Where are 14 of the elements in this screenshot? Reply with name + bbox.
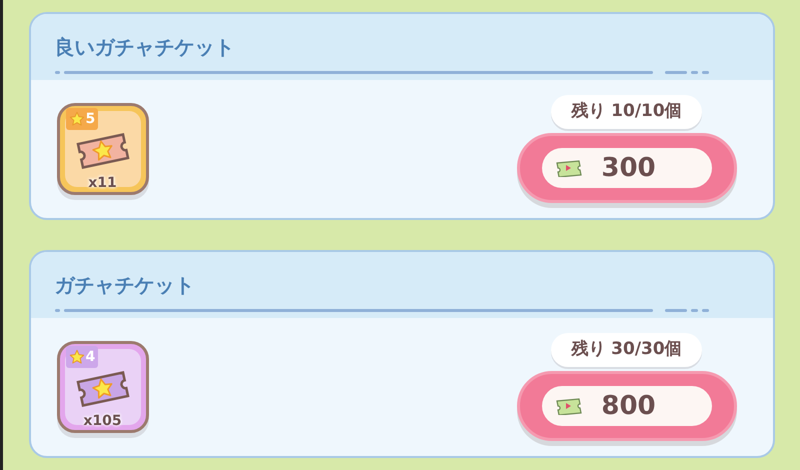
star-icon xyxy=(68,349,84,365)
rarity-text: 4 xyxy=(86,350,96,364)
item-count: x11 xyxy=(87,176,118,190)
item-count: x105 xyxy=(82,414,123,428)
ticket-icon xyxy=(74,369,132,409)
remaining-bubble: 残り 10/10個 xyxy=(551,95,702,129)
ticket-icon xyxy=(74,131,132,171)
ticket-icon xyxy=(554,159,582,177)
ticket-icon xyxy=(554,397,582,415)
remaining-bubble: 残り 30/30個 xyxy=(551,333,702,367)
star-icon xyxy=(68,111,84,127)
offer-title: ガチャチケット xyxy=(54,275,196,295)
rarity-text: 5 xyxy=(86,112,96,126)
offer-title: 良いガチャチケット xyxy=(54,37,236,57)
